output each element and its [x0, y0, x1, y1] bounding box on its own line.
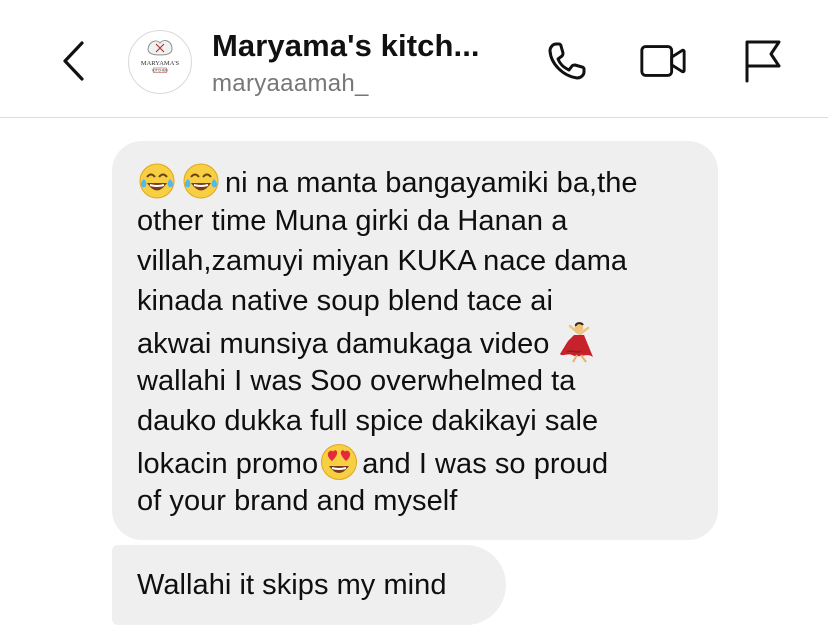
message-bubble[interactable]: Wallahi it skips my mind: [112, 545, 506, 625]
message-text: ni na manta bangayamiki ba,the: [225, 167, 638, 199]
chat-header: MARYAMA'S KITCHEN Maryama's kitch... mar…: [0, 0, 828, 118]
message-line: ni na manta bangayamiki ba,the: [137, 161, 694, 201]
message-line: lokacin promo and I was so proud: [137, 441, 694, 481]
message-line: kinada native soup blend tace ai: [137, 285, 553, 317]
message-line: wallahi I was Soo overwhelmed ta: [137, 365, 576, 397]
message-text: akwai munsiya damukaga video: [137, 328, 550, 360]
avatar[interactable]: MARYAMA'S KITCHEN: [128, 30, 192, 94]
svg-text:MARYAMA'S: MARYAMA'S: [141, 60, 180, 67]
phone-icon[interactable]: [542, 36, 592, 86]
message-line: dauko dukka full spice dakikayi sale: [137, 405, 599, 437]
message-bubble[interactable]: ni na manta bangayamiki ba,the other tim…: [112, 141, 718, 540]
video-camera-icon[interactable]: [638, 36, 688, 86]
chat-screen: MARYAMA'S KITCHEN Maryama's kitch... mar…: [0, 0, 828, 625]
message-text: Wallahi it skips my mind: [137, 569, 447, 601]
svg-text:KITCHEN: KITCHEN: [152, 69, 168, 73]
message-text: lokacin promo: [137, 448, 319, 480]
message-line: akwai munsiya damukaga video: [137, 321, 694, 363]
chat-title: Maryama's kitch...: [212, 28, 480, 63]
laughing-emoji: [183, 163, 219, 199]
flag-icon[interactable]: [737, 36, 787, 86]
message-text: and I was so proud: [362, 448, 609, 480]
message-line: of your brand and myself: [137, 485, 458, 517]
message-line: other time Muna girki da Hanan a: [137, 205, 568, 237]
chat-username: maryaaamah_: [212, 70, 369, 97]
woman-dancing-emoji: [560, 322, 594, 363]
logo-image: MARYAMA'S KITCHEN: [130, 32, 190, 92]
message-line: villah,zamuyi miyan KUKA nace dama: [137, 245, 628, 277]
chevron-left-icon[interactable]: [52, 38, 92, 84]
heart-eyes-emoji: [321, 444, 358, 480]
laughing-emoji: [139, 163, 175, 199]
